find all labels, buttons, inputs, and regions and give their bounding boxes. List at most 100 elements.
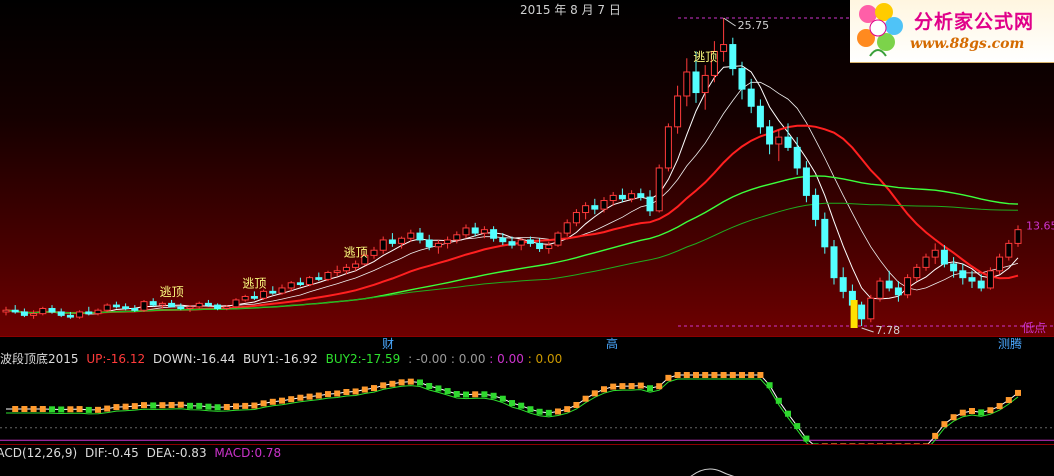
band-up-dot <box>693 372 699 378</box>
candle-down <box>296 282 304 286</box>
candle-up <box>876 280 884 299</box>
date-label: 2015 年 8 月 7 日 <box>520 3 621 17</box>
buy1-label: BUY1: <box>243 352 280 366</box>
buy2-value: -17.59 <box>361 352 401 366</box>
escape-top-signal: 逃顶 <box>160 285 184 299</box>
band-up-dot <box>959 409 966 416</box>
candle-down <box>204 302 212 306</box>
watermark-logo: 分析家公式网 www.88gs.com <box>850 0 1054 63</box>
candle-up <box>462 227 470 236</box>
band-down-dot <box>545 409 552 416</box>
indicator-panel-1[interactable]: 波段顶底2015 UP:-16.12 DOWN:-16.44 BUY1:-16.… <box>0 349 1054 444</box>
candle-down <box>526 239 534 244</box>
candle-down <box>20 311 28 316</box>
band-up-dot <box>260 400 267 407</box>
candle-up <box>582 205 590 214</box>
candle-down <box>793 146 801 169</box>
band-up-dot <box>656 383 663 390</box>
ma20-line <box>5 124 1019 315</box>
band-up-dot <box>343 389 350 395</box>
candle-down <box>66 314 74 318</box>
buy2-label: BUY2: <box>325 352 362 366</box>
candle-up <box>1005 242 1013 258</box>
band-down-dot <box>794 423 801 430</box>
escape-top-signal: 逃顶 <box>693 50 717 64</box>
candle-up <box>260 290 268 299</box>
candle-down <box>388 239 396 244</box>
band-up-dot <box>67 406 74 413</box>
band-up-dot <box>711 372 718 378</box>
candle-up <box>30 313 38 316</box>
candle-up <box>76 311 84 318</box>
band-up-dot <box>39 406 46 412</box>
candle-down <box>48 308 56 313</box>
candle-down <box>858 304 866 320</box>
low-point-label: 低点 <box>1022 321 1046 335</box>
candle-up <box>517 239 525 246</box>
band-down-dot <box>518 402 525 409</box>
band-down-dot <box>509 400 515 407</box>
candle-up <box>39 308 47 315</box>
candle-up <box>333 270 341 274</box>
candle-up <box>572 212 580 224</box>
ma10-line <box>5 81 1019 314</box>
dif-label: DIF: <box>84 446 108 460</box>
candle-down <box>830 246 838 279</box>
candle-down <box>885 280 893 289</box>
macd-dif-line <box>690 468 735 476</box>
band-up-dot <box>748 372 755 378</box>
candle-up <box>628 193 636 200</box>
candle-up <box>453 234 461 241</box>
candle-down <box>499 237 507 243</box>
ma5-line <box>5 65 1019 315</box>
candle-down <box>766 126 774 145</box>
candle-down <box>112 304 120 308</box>
band-up-dot <box>1015 389 1021 396</box>
high-pointer <box>723 17 736 27</box>
logo-title: 分析家公式网 <box>914 11 1035 33</box>
band-up-dot <box>398 379 405 386</box>
candle-down <box>756 105 764 128</box>
band-up-dot <box>987 407 994 414</box>
band-up-dot <box>76 406 83 413</box>
band-up-dot <box>591 390 598 397</box>
band-up-dot <box>30 406 37 412</box>
candle-up <box>600 200 608 210</box>
dea-value: -0.83 <box>175 446 207 460</box>
band-up-dot <box>739 372 745 378</box>
candle-down <box>839 277 847 292</box>
indicator-panel-2[interactable]: MACD(12,26,9) DIF:-0.45 DEA:-0.83 MACD:0… <box>0 444 1054 476</box>
candle-up <box>867 297 875 320</box>
candle-up <box>775 136 783 145</box>
buy1-value: -16.92 <box>279 352 318 366</box>
last-price-label: 13.65 <box>1026 219 1054 232</box>
candle-up <box>683 71 691 97</box>
candle-down <box>177 306 185 310</box>
band-up-dot <box>141 402 147 409</box>
band-down-dot <box>85 406 92 413</box>
indicator2-header: MACD(12,26,9) DIF:-0.45 DEA:-0.83 MACD:0… <box>0 446 281 460</box>
dif-value: -0.45 <box>107 446 139 460</box>
logo-url: www.88gs.com <box>910 36 1025 52</box>
band-down-dot <box>417 379 423 386</box>
band-up-dot <box>969 408 975 415</box>
band-up-dot <box>95 406 101 413</box>
candle-down <box>214 304 222 310</box>
band-up-dot <box>269 398 276 405</box>
band-up-dot <box>122 403 129 410</box>
band-down-dot <box>426 382 433 389</box>
band-down-dot <box>58 406 65 413</box>
candle-down <box>131 308 139 311</box>
candle-down <box>591 205 599 210</box>
band-up-dot <box>371 385 377 392</box>
candle-up <box>996 256 1004 272</box>
candle-down <box>315 277 323 280</box>
candle-up <box>931 249 939 258</box>
low-price-label: 7.78 <box>876 324 901 336</box>
band-down-dot <box>978 409 985 416</box>
candle-down <box>968 277 976 282</box>
candle-up <box>195 302 203 308</box>
candle-down <box>416 232 424 241</box>
band-down-dot <box>444 388 451 395</box>
candle-up <box>407 232 415 239</box>
